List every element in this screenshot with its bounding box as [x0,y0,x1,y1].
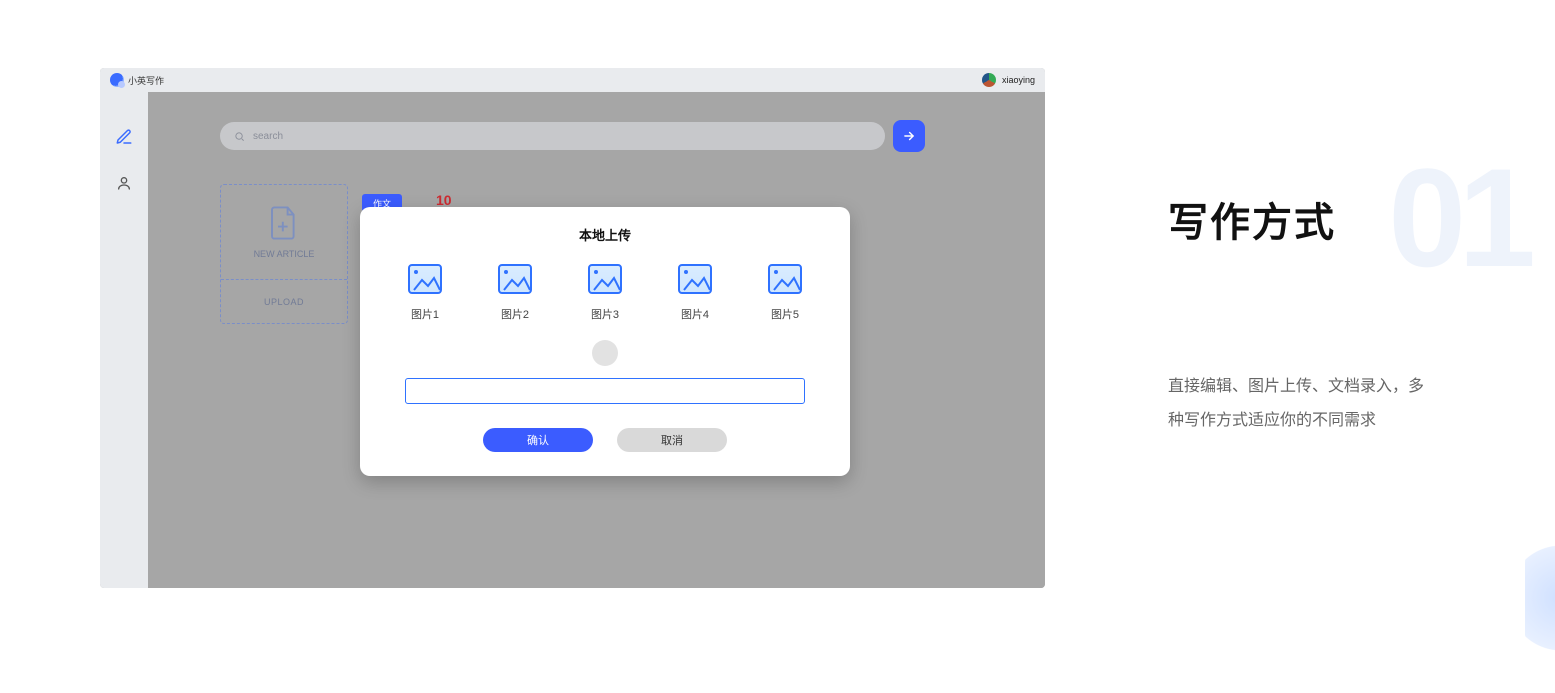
new-article-label: NEW ARTICLE [254,249,315,259]
brand: 小英写作 [110,73,164,87]
arrow-right-icon [902,129,916,143]
thumb-label: 图片4 [681,306,709,322]
feature-description: 直接编辑、图片上传、文档录入，多种写作方式适应你的不同需求 [1168,370,1428,437]
thumb-item[interactable]: 图片1 [390,264,460,322]
search-submit-button[interactable] [893,120,925,152]
article-count: 10 [436,192,452,208]
app-topbar: 小英写作 xiaoying [100,68,1045,92]
new-article-card[interactable]: NEW ARTICLE UPLOAD [220,184,348,324]
thumb-item[interactable]: 图片4 [660,264,730,322]
edit-icon[interactable] [115,128,133,146]
image-icon [768,264,802,294]
thumb-item[interactable]: 图片5 [750,264,820,322]
search-input[interactable]: search [220,122,885,150]
thumbnail-row: 图片1 图片2 图片3 [384,264,826,322]
user-name: xiaoying [1002,75,1035,85]
thumb-label: 图片2 [501,306,529,322]
image-icon [408,264,442,294]
image-icon [588,264,622,294]
loading-spinner-icon [592,340,618,366]
main-area: search NEW ARTICLE UPLOAD [148,92,1045,588]
thumb-label: 图片3 [591,306,619,322]
brand-text: 小英写作 [128,74,164,87]
decorative-blob [1525,533,1555,663]
modal-title: 本地上传 [384,225,826,244]
sidebar [100,92,148,588]
cancel-button[interactable]: 取消 [617,428,727,452]
confirm-button[interactable]: 确认 [483,428,593,452]
thumb-item[interactable]: 图片3 [570,264,640,322]
search-placeholder: search [253,131,283,142]
user-area[interactable]: xiaoying [982,73,1035,87]
upload-path-input[interactable] [405,378,805,404]
brand-logo-icon [110,73,124,87]
thumb-label: 图片5 [771,306,799,322]
feature-headline: 写作方式 [1168,190,1508,248]
avatar [982,73,996,87]
image-icon [678,264,712,294]
thumb-item[interactable]: 图片2 [480,264,550,322]
upload-modal: 本地上传 图片1 图片2 [360,207,850,476]
upload-label: UPLOAD [264,297,304,307]
profile-icon[interactable] [115,174,133,192]
feature-section: 01 写作方式 [1168,190,1508,248]
new-article-upper[interactable]: NEW ARTICLE [221,185,347,280]
upload-area[interactable]: UPLOAD [221,280,347,323]
file-plus-icon [269,205,299,241]
app-screenshot-panel: 小英写作 xiaoying search [100,68,1045,588]
thumb-label: 图片1 [411,306,439,322]
image-icon [498,264,532,294]
search-icon [234,131,245,142]
